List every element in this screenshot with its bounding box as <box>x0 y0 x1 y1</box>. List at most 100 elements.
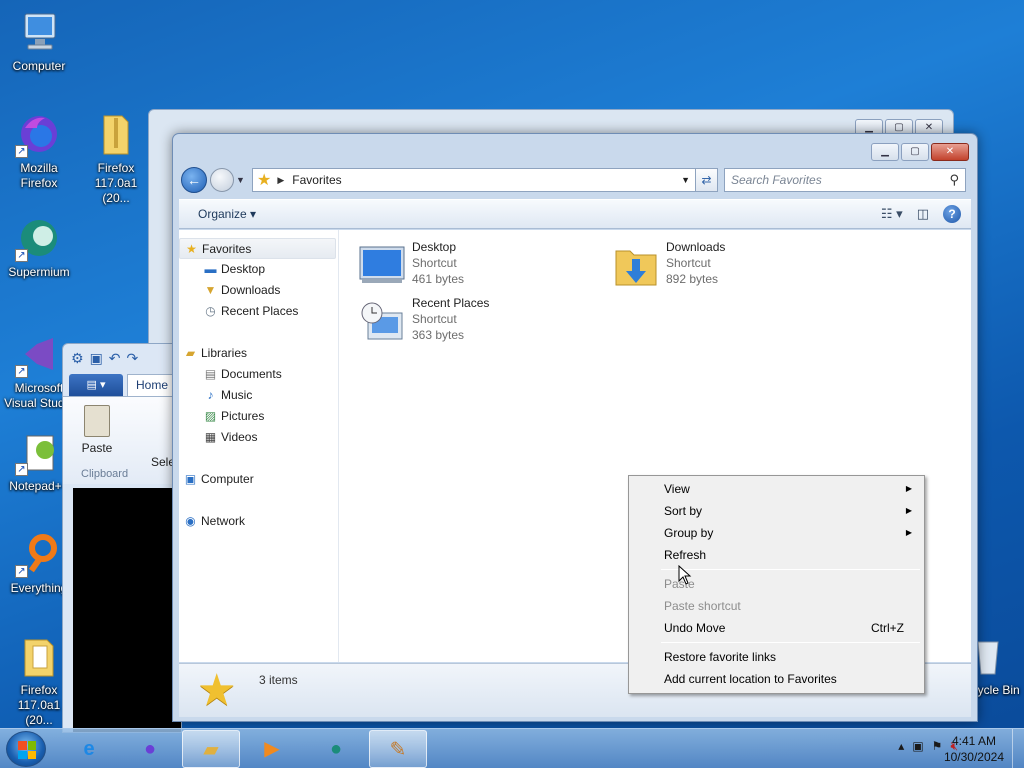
menu-item-view[interactable]: View ▶ <box>631 478 922 500</box>
undo-icon[interactable]: ↶ <box>109 350 121 367</box>
file-item-downloads[interactable]: Downloads Shortcut 892 bytes <box>612 239 832 289</box>
shortcut-arrow-icon: ↗ <box>15 365 28 378</box>
taskbar-paint[interactable]: ✎ <box>369 730 427 768</box>
maximize-button[interactable]: ▢ <box>901 143 929 161</box>
favorites-star-icon: ★ <box>257 172 272 189</box>
breadcrumb-favorites[interactable]: Favorites <box>292 173 341 187</box>
clock-time: 4:41 AM <box>951 734 996 748</box>
star-icon: ★ <box>186 242 197 256</box>
shortcut-arrow-icon: ↗ <box>15 249 28 262</box>
desktop-icon-label: Firefox 117.0a1 (20... <box>17 683 61 727</box>
clipboard-group-label: Clipboard <box>81 468 129 480</box>
nav-item-pictures[interactable]: ▨ Pictures <box>179 406 338 427</box>
preview-pane-icon[interactable]: ◫ <box>917 206 929 222</box>
taskbar-windows-explorer[interactable]: ▰ <box>182 730 240 768</box>
file-name: Desktop <box>412 240 457 254</box>
menu-item-paste[interactable]: Paste <box>631 573 922 595</box>
redo-icon[interactable]: ↷ <box>127 350 139 367</box>
taskbar-supermium[interactable]: ● <box>307 730 365 768</box>
menu-item-undo-move[interactable]: Undo Move Ctrl+Z <box>631 617 922 639</box>
desktop-icon-computer[interactable]: Computer <box>3 8 75 74</box>
forward-button[interactable] <box>210 168 234 192</box>
nav-item-favorites[interactable]: ★ Favorites <box>179 238 336 259</box>
recent-pages-dropdown[interactable]: ▼ <box>236 175 248 185</box>
change-view-icon[interactable]: ☷ ▾ <box>881 206 903 222</box>
nav-item-desktop[interactable]: ▬ Desktop <box>179 259 338 280</box>
show-desktop-button[interactable] <box>1012 729 1024 768</box>
address-row: ← ▼ ★ ▶ Favorites ▼ ⇄ Search Favorites ⚲ <box>181 166 969 194</box>
start-button[interactable] <box>6 731 46 767</box>
computer-icon <box>15 8 63 56</box>
window-controls: ▁ ▢ ✕ <box>871 143 969 161</box>
search-placeholder: Search Favorites <box>731 173 822 187</box>
show-hidden-icons-icon[interactable]: ▴ <box>898 739 904 754</box>
address-bar[interactable]: ★ ▶ Favorites ▼ <box>252 168 696 192</box>
nav-item-documents[interactable]: ▤ Documents <box>179 364 338 385</box>
menu-item-add-current-location[interactable]: Add current location to Favorites <box>631 668 922 690</box>
computer-icon: ▣ <box>184 472 197 486</box>
firefox-icon: ● <box>143 738 157 760</box>
command-bar: Organize ▾ ☷ ▾ ◫ ? <box>179 199 971 229</box>
folder-icon: ▰ <box>203 739 219 761</box>
back-button[interactable]: ← <box>181 167 207 193</box>
nav-item-videos[interactable]: ▦ Videos <box>179 427 338 448</box>
menu-item-refresh[interactable]: Refresh <box>631 544 922 566</box>
action-center-flag-icon[interactable]: ⚑ <box>932 739 943 754</box>
network-tray-icon[interactable]: ▣ <box>912 739 923 754</box>
taskbar: e ● ▰ ▶ ● ✎ ▴ ▣ ⚑ 🔇︎ 4:41 AM 10/30/2024 <box>0 728 1024 768</box>
help-icon[interactable]: ? <box>943 205 961 223</box>
file-name: Recent Places <box>412 296 490 310</box>
taskbar-internet-explorer[interactable]: e <box>60 730 118 768</box>
tab-home[interactable]: Home <box>127 374 177 396</box>
shortcut-arrow-icon: ↗ <box>15 145 28 158</box>
menu-item-restore-favorite-links[interactable]: Restore favorite links <box>631 646 922 668</box>
desktop-icon-firefox-folder[interactable]: Firefox 117.0a1 (20... <box>80 110 152 206</box>
close-button[interactable]: ✕ <box>931 143 969 161</box>
desktop-icon-label: Computer <box>12 59 66 73</box>
pictures-icon: ▨ <box>204 409 217 423</box>
nav-item-libraries[interactable]: ▰ Libraries <box>179 343 338 364</box>
application-menu-button[interactable]: ▤ ▾ <box>69 374 123 396</box>
shortcut-arrow-icon: ↗ <box>15 463 28 476</box>
desktop-icon-label: Firefox 117.0a1 (20... <box>94 161 138 205</box>
file-item-recent-places[interactable]: Recent Places Shortcut 363 bytes <box>358 295 578 345</box>
desktop-icon-mozilla-firefox[interactable]: ↗ Mozilla Firefox <box>3 110 75 191</box>
everything-search-icon: ↗ <box>15 530 63 578</box>
organize-button[interactable]: Organize ▾ <box>198 207 256 221</box>
paste-button[interactable]: Paste <box>77 405 117 455</box>
menu-item-group-by[interactable]: Group by ▶ <box>631 522 922 544</box>
videos-icon: ▦ <box>204 430 217 444</box>
desktop-icon-supermium[interactable]: ↗ Supermium <box>3 214 75 280</box>
taskbar-firefox[interactable]: ● <box>121 730 179 768</box>
wordpad-window[interactable]: ⚙ ▣ ↶ ↷ ▤ ▾ Home Paste Sele Clipboard <box>62 343 182 733</box>
system-clock[interactable]: 4:41 AM 10/30/2024 <box>944 733 1004 765</box>
minimize-button[interactable]: ▁ <box>871 143 899 161</box>
file-size: 363 bytes <box>412 328 465 342</box>
paint-icon: ✎ <box>389 739 407 761</box>
menu-separator <box>661 569 920 570</box>
nav-item-downloads[interactable]: ▼ Downloads <box>179 280 338 301</box>
nav-item-network[interactable]: ◉ Network <box>179 511 338 532</box>
windows-logo-icon <box>18 741 36 759</box>
libraries-icon: ▰ <box>185 346 196 360</box>
menu-item-sort-by[interactable]: Sort by ▶ <box>631 500 922 522</box>
recent-places-icon <box>358 299 406 343</box>
search-icon[interactable]: ⚲ <box>949 172 959 188</box>
supermium-icon: ● <box>329 738 343 760</box>
refresh-button[interactable]: ⇄ <box>696 168 718 192</box>
document-area[interactable] <box>73 488 181 732</box>
save-icon[interactable]: ▣ <box>90 350 103 367</box>
nav-item-music[interactable]: ♪ Music <box>179 385 338 406</box>
nav-item-recent-places[interactable]: ◷ Recent Places <box>179 301 338 322</box>
address-dropdown-icon[interactable]: ▼ <box>676 175 695 185</box>
shortcut-key: Ctrl+Z <box>871 621 904 635</box>
search-input[interactable]: Search Favorites ⚲ <box>724 168 966 192</box>
desktop-shortcut-icon <box>358 243 406 287</box>
item-count: 3 items <box>259 673 298 687</box>
menu-item-paste-shortcut[interactable]: Paste shortcut <box>631 595 922 617</box>
nav-item-computer[interactable]: ▣ Computer <box>179 469 338 490</box>
taskbar-media-player[interactable]: ▶ <box>243 730 301 768</box>
breadcrumb-chevron-icon[interactable]: ▶ <box>277 175 284 186</box>
file-item-desktop[interactable]: Desktop Shortcut 461 bytes <box>358 239 578 289</box>
submenu-arrow-icon: ▶ <box>905 528 912 537</box>
